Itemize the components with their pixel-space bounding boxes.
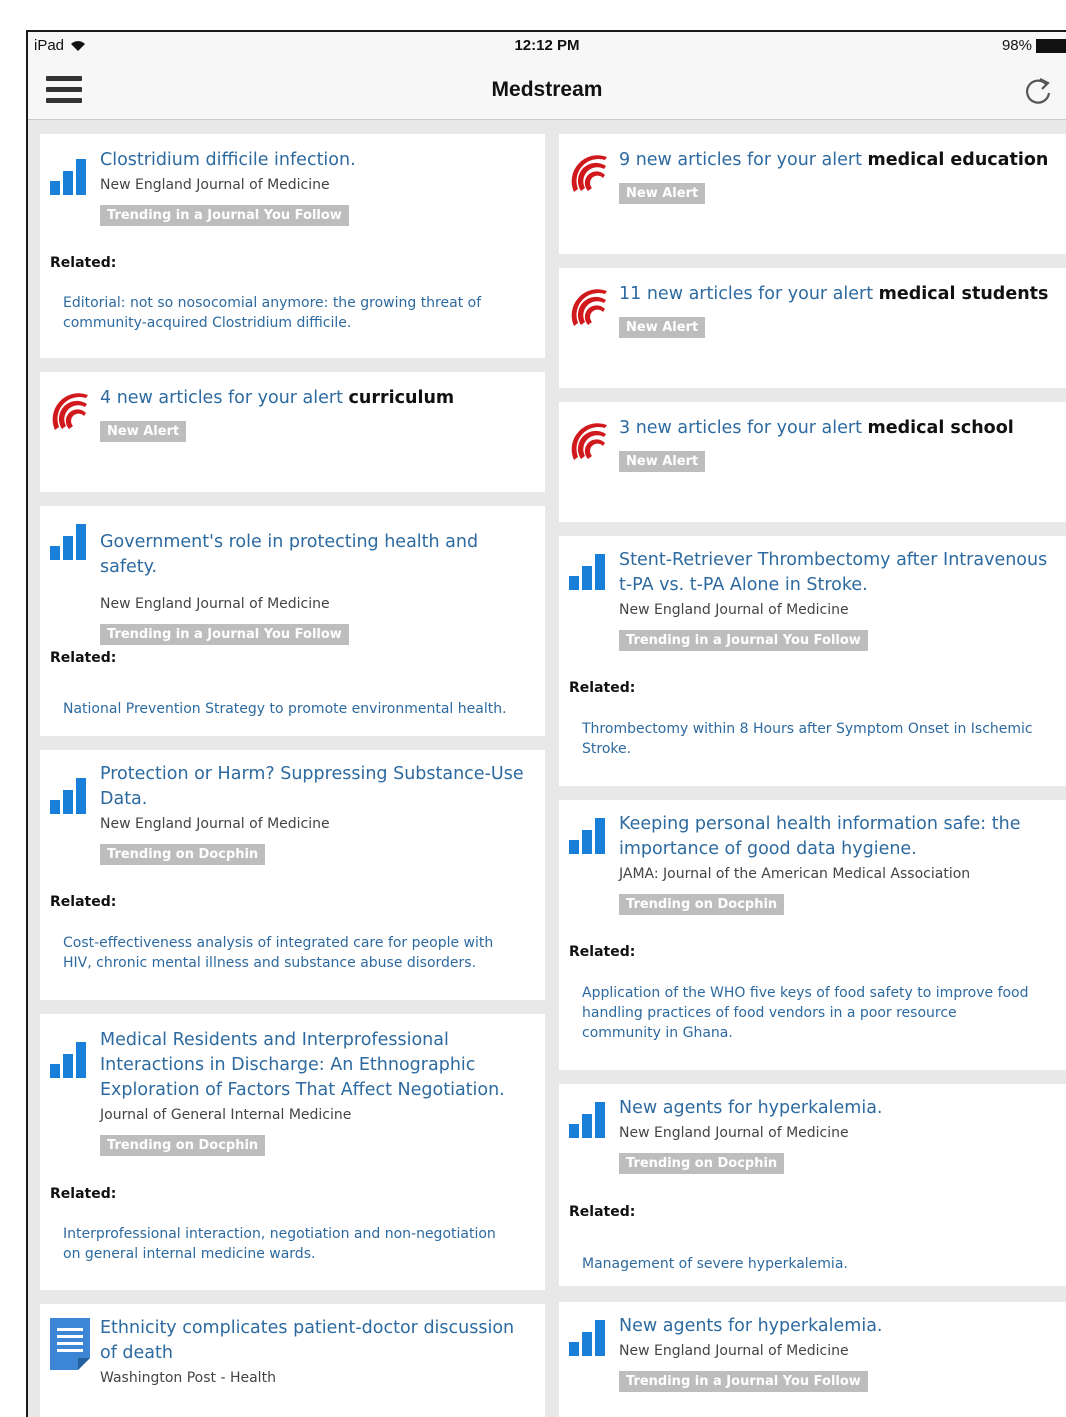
battery-icon: [1036, 38, 1066, 53]
related-article-link[interactable]: Application of the WHO five keys of food…: [582, 983, 1039, 1043]
alert-text: 3 new articles for your alert: [619, 418, 868, 438]
refresh-icon[interactable]: [1022, 74, 1054, 106]
trending-badge: Trending in a Journal You Follow: [619, 630, 868, 651]
navigation-bar: Medstream: [28, 60, 1066, 120]
trending-badge: Trending on Docphin: [619, 894, 785, 915]
article-title[interactable]: Government's role in protecting health a…: [100, 530, 535, 580]
alert-title[interactable]: 3 new articles for your alert medical sc…: [619, 416, 1059, 441]
article-title[interactable]: New agents for hyperkalemia.: [619, 1096, 1059, 1121]
new-alert-badge: New Alert: [619, 183, 706, 204]
related-article-link[interactable]: Thrombectomy within 8 Hours after Sympto…: [582, 719, 1039, 759]
article-title[interactable]: Medical Residents and Interprofessional …: [100, 1028, 535, 1103]
source-name: Washington Post - Health: [100, 1370, 276, 1386]
journal-name: New England Journal of Medicine: [619, 602, 849, 618]
new-alert-badge: New Alert: [100, 421, 187, 442]
article-card[interactable]: New agents for hyperkalemia. New England…: [559, 1302, 1066, 1417]
trending-badge: Trending on Docphin: [619, 1153, 785, 1174]
new-alert-badge: New Alert: [619, 317, 706, 338]
alert-card[interactable]: 3 new articles for your alert medical sc…: [559, 402, 1066, 522]
article-title[interactable]: Protection or Harm? Suppressing Substanc…: [100, 762, 535, 812]
document-icon: [50, 1318, 90, 1370]
bar-chart-icon: [50, 778, 86, 814]
article-card[interactable]: New agents for hyperkalemia. New England…: [559, 1084, 1066, 1286]
related-label: Related:: [569, 944, 636, 960]
related-article-link[interactable]: Editorial: not so nosocomial anymore: th…: [63, 293, 515, 333]
alert-keyword: medical students: [878, 284, 1049, 304]
article-card[interactable]: Stent-Retriever Thrombectomy after Intra…: [559, 536, 1066, 786]
trending-badge: Trending in a Journal You Follow: [100, 205, 349, 226]
bar-chart-icon: [50, 524, 86, 560]
related-label: Related:: [50, 255, 117, 271]
journal-name: New England Journal of Medicine: [619, 1343, 849, 1359]
alert-text: 11 new articles for your alert: [619, 284, 879, 304]
article-card[interactable]: Keeping personal health information safe…: [559, 800, 1066, 1070]
trending-badge: Trending in a Journal You Follow: [100, 624, 349, 645]
signal-alert-icon: [571, 289, 607, 326]
ipad-screen: iPad 12:12 PM 98% Medstream Clostridium …: [26, 30, 1066, 1417]
alert-text: 9 new articles for your alert: [619, 150, 868, 170]
status-bar: iPad 12:12 PM 98%: [28, 32, 1066, 60]
battery-percent: 98%: [1001, 37, 1032, 54]
bar-chart-icon: [569, 1320, 605, 1356]
related-label: Related:: [569, 1204, 636, 1220]
bar-chart-icon: [50, 1042, 86, 1078]
journal-name: New England Journal of Medicine: [100, 177, 330, 193]
alert-keyword: medical school: [867, 418, 1014, 438]
alert-title[interactable]: 11 new articles for your alert medical s…: [619, 282, 1059, 307]
article-title[interactable]: Clostridium difficile infection.: [100, 148, 535, 173]
bar-chart-icon: [569, 1102, 605, 1138]
article-card[interactable]: Protection or Harm? Suppressing Substanc…: [40, 750, 545, 1000]
article-title[interactable]: Stent-Retriever Thrombectomy after Intra…: [619, 548, 1059, 598]
trending-badge: Trending in a Journal You Follow: [619, 1371, 868, 1392]
journal-name: New England Journal of Medicine: [100, 596, 330, 612]
alert-card[interactable]: 4 new articles for your alert curriculum…: [40, 372, 545, 492]
related-article-link[interactable]: Management of severe hyperkalemia.: [582, 1254, 1039, 1274]
status-time: 12:12 PM: [514, 37, 580, 54]
related-article-link[interactable]: Interprofessional interaction, negotiati…: [63, 1224, 515, 1264]
alert-keyword: medical education: [867, 150, 1049, 170]
alert-title[interactable]: 4 new articles for your alert curriculum: [100, 386, 535, 411]
journal-name: New England Journal of Medicine: [619, 1125, 849, 1141]
journal-name: Journal of General Internal Medicine: [100, 1107, 352, 1123]
alert-keyword: curriculum: [348, 388, 455, 408]
journal-name: JAMA: Journal of the American Medical As…: [619, 866, 971, 882]
signal-alert-icon: [52, 393, 88, 430]
related-label: Related:: [569, 680, 636, 696]
trending-badge: Trending on Docphin: [100, 1135, 266, 1156]
alert-title[interactable]: 9 new articles for your alert medical ed…: [619, 148, 1059, 173]
related-article-link[interactable]: National Prevention Strategy to promote …: [63, 699, 515, 719]
article-card[interactable]: Government's role in protecting health a…: [40, 506, 545, 736]
related-label: Related:: [50, 1186, 117, 1202]
journal-name: New England Journal of Medicine: [100, 816, 330, 832]
article-card[interactable]: Clostridium difficile infection. New Eng…: [40, 134, 545, 358]
signal-alert-icon: [571, 423, 607, 460]
alert-text: 4 new articles for your alert: [100, 388, 349, 408]
bar-chart-icon: [569, 554, 605, 590]
bar-chart-icon: [569, 818, 605, 854]
new-alert-badge: New Alert: [619, 451, 706, 472]
article-title[interactable]: Keeping personal health information safe…: [619, 812, 1059, 862]
related-label: Related:: [50, 650, 117, 666]
bar-chart-icon: [50, 159, 86, 195]
article-title[interactable]: Ethnicity complicates patient-doctor dis…: [100, 1316, 535, 1366]
alert-card[interactable]: 9 new articles for your alert medical ed…: [559, 134, 1066, 254]
feed: Clostridium difficile infection. New Eng…: [28, 120, 1066, 1417]
article-card[interactable]: Ethnicity complicates patient-doctor dis…: [40, 1304, 545, 1417]
alert-card[interactable]: 11 new articles for your alert medical s…: [559, 268, 1066, 388]
article-title[interactable]: New agents for hyperkalemia.: [619, 1314, 1059, 1339]
page-title: Medstream: [491, 78, 603, 101]
signal-alert-icon: [571, 155, 607, 192]
article-card[interactable]: Medical Residents and Interprofessional …: [40, 1014, 545, 1290]
related-label: Related:: [50, 894, 117, 910]
trending-badge: Trending on Docphin: [100, 844, 266, 865]
related-article-link[interactable]: Cost-effectiveness analysis of integrate…: [63, 933, 515, 973]
